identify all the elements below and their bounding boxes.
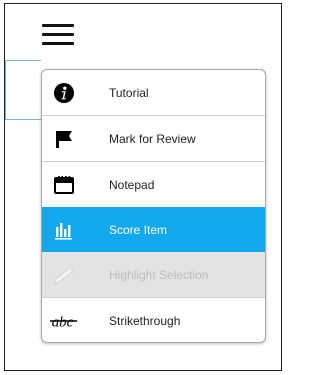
- menu-item-mark-for-review[interactable]: Mark for Review: [42, 116, 265, 161]
- guide-line: [5, 119, 41, 120]
- menu-item-label: Notepad: [109, 177, 155, 192]
- tools-menu: Tutorial Mark for Review Notepad Score I…: [41, 69, 266, 343]
- menu-item-highlight-selection: Highlight Selection: [42, 252, 265, 297]
- menu-item-label: Score Item: [109, 222, 168, 237]
- guide-line: [5, 60, 41, 61]
- menu-item-strikethrough[interactable]: abc Strikethrough: [42, 298, 265, 342]
- menu-item-label: Mark for Review: [109, 131, 196, 146]
- bar-chart-icon: [50, 216, 78, 244]
- guide-line: [5, 60, 6, 120]
- menu-item-label: Strikethrough: [109, 313, 181, 328]
- menu-item-tutorial[interactable]: Tutorial: [42, 70, 265, 115]
- menu-item-notepad[interactable]: Notepad: [42, 162, 265, 207]
- highlighter-icon: [50, 261, 78, 289]
- strikethrough-icon: abc: [50, 307, 78, 335]
- hamburger-menu-icon: [42, 24, 74, 27]
- menu-item-score-item[interactable]: Score Item: [42, 207, 265, 252]
- notepad-icon: [50, 171, 78, 199]
- menu-item-label: Tutorial: [109, 85, 149, 100]
- info-icon: [50, 79, 78, 107]
- svg-text:abc: abc: [52, 314, 74, 330]
- flag-icon: [50, 125, 78, 153]
- menu-item-label: Highlight Selection: [109, 267, 209, 282]
- hamburger-menu-button[interactable]: [42, 24, 74, 46]
